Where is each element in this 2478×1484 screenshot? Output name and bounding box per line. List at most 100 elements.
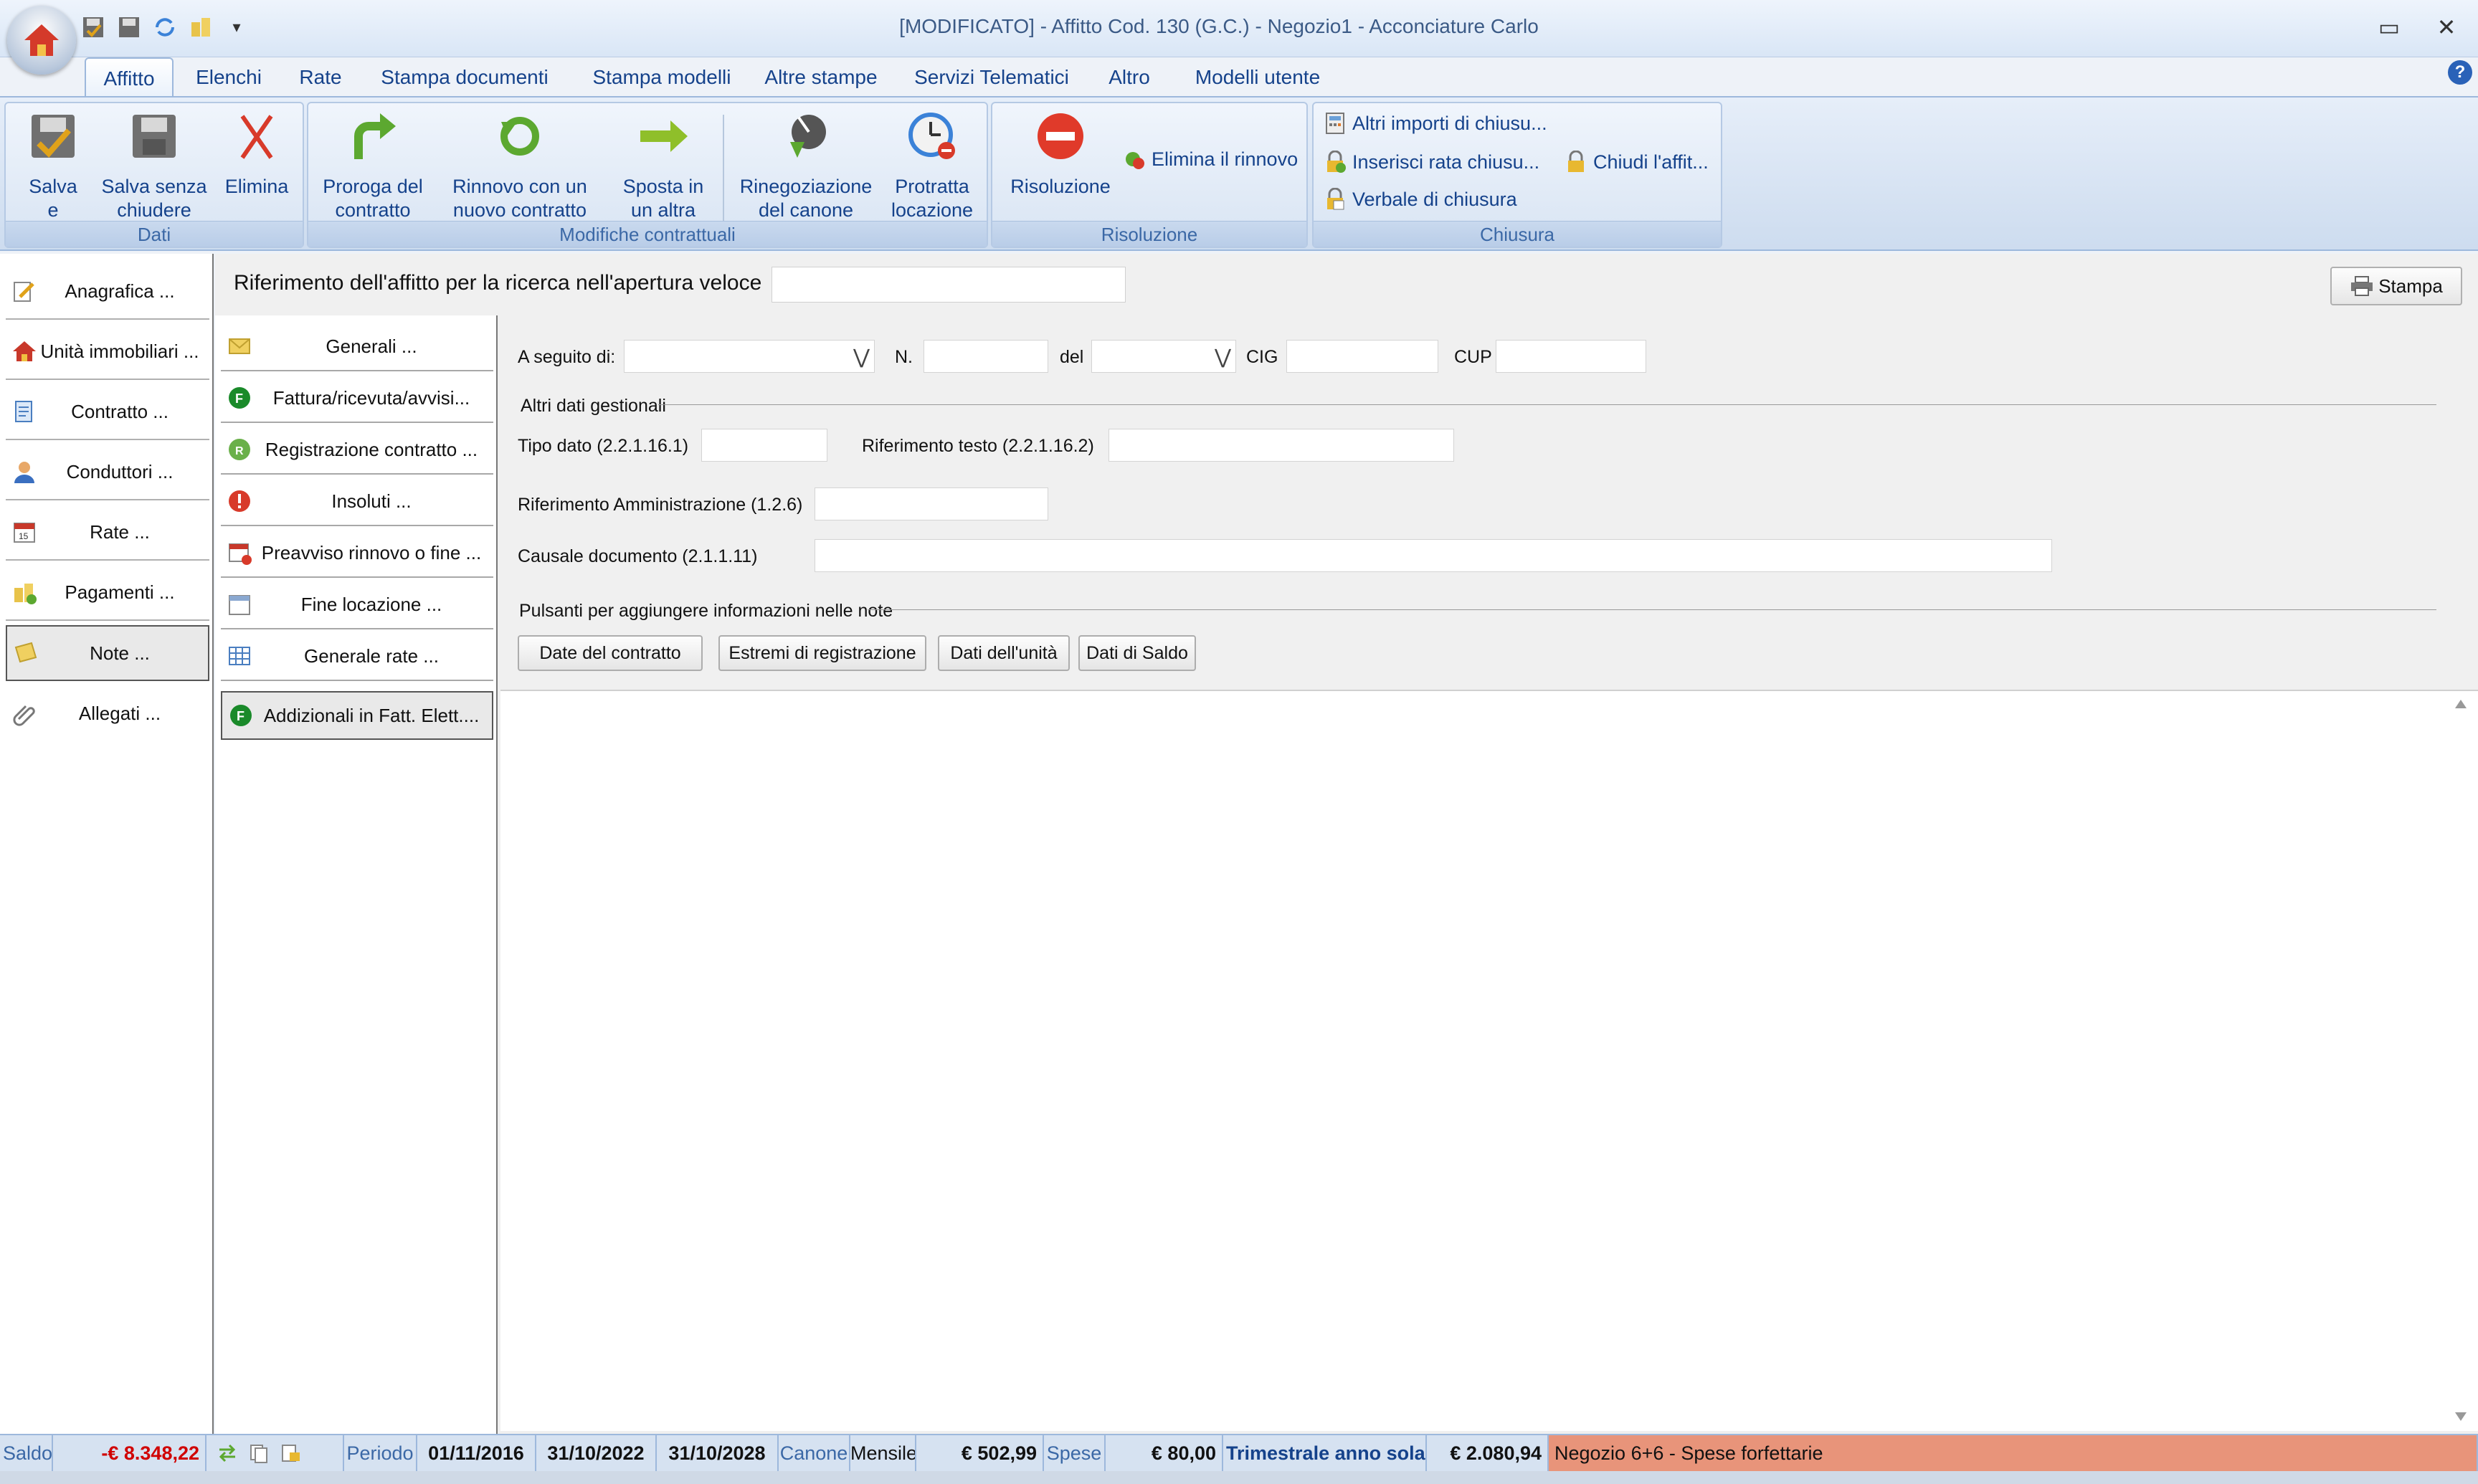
subnav-fattura[interactable]: F Fattura/ricevuta/avvisi... — [221, 374, 493, 423]
nav-rate[interactable]: 15 Rate ... — [6, 505, 209, 561]
svg-text:15: 15 — [19, 531, 29, 541]
subnav-generali[interactable]: Generali ... — [221, 323, 493, 371]
save-no-close-button[interactable]: Salva senza chiudere — [100, 108, 208, 222]
restore-button[interactable]: ▭ — [2369, 7, 2409, 47]
cup-input[interactable] — [1496, 340, 1646, 373]
svg-text:R: R — [235, 445, 244, 457]
risoluzione-button[interactable]: Risoluzione — [1000, 108, 1121, 199]
causale-input[interactable] — [815, 539, 2052, 572]
riferimento-testo-input[interactable] — [1109, 429, 1454, 462]
quick-reference-input[interactable] — [772, 267, 1126, 303]
tab-altre-stampe[interactable]: Altre stampe — [760, 57, 882, 97]
group-dati: Salva e chiudi Salva senza chiudere Elim… — [4, 102, 304, 248]
dati-saldo-button[interactable]: Dati di Saldo — [1078, 635, 1196, 671]
nav-conduttori[interactable]: Conduttori ... — [6, 444, 209, 500]
save-check-icon — [32, 115, 75, 158]
causale-label: Causale documento (2.1.1.11) — [518, 546, 758, 566]
tab-elenchi[interactable]: Elenchi — [185, 57, 272, 97]
subnav-fine-locazione-label: Fine locazione ... — [300, 593, 442, 615]
tab-stampa-documenti[interactable]: Stampa documenti — [373, 57, 556, 97]
save-close-quick-button[interactable] — [79, 13, 108, 42]
rif-amministrazione-input[interactable] — [815, 487, 1048, 520]
scroll-document-icon — [15, 401, 32, 422]
status-note: Negozio 6+6 - Spese forfettarie — [1549, 1435, 2478, 1471]
altri-importi-button[interactable]: Altri importi di chiusu... — [1324, 112, 1547, 135]
del-date-select[interactable]: ⋁ — [1091, 340, 1236, 373]
note-icon — [14, 642, 37, 663]
copy-icon[interactable] — [248, 1442, 270, 1464]
nav-contratto[interactable]: Contratto ... — [6, 384, 209, 440]
a-seguito-select[interactable]: ⋁ — [624, 340, 875, 373]
canone-value: € 502,99 — [916, 1435, 1044, 1471]
elimina-rinnovo-label: Elimina il rinnovo — [1152, 148, 1299, 170]
tab-altro[interactable]: Altro — [1097, 57, 1162, 97]
subnav-fine-locazione[interactable]: Fine locazione ... — [221, 581, 493, 629]
dati-unita-button[interactable]: Dati dell'unità — [938, 635, 1070, 671]
app-menu-button[interactable] — [7, 6, 76, 75]
verbale-chiusura-button[interactable]: Verbale di chiusura — [1324, 188, 1517, 211]
estremi-registrazione-button[interactable]: Estremi di registrazione — [718, 635, 926, 671]
subnav-registrazione[interactable]: R Registrazione contratto ... — [221, 426, 493, 475]
cig-input[interactable] — [1286, 340, 1438, 373]
scroll-up-icon[interactable] — [2454, 698, 2468, 710]
qat-dropdown[interactable]: ▾ — [222, 13, 251, 42]
protratta-button[interactable]: Protratta locazione — [882, 108, 982, 222]
date-contratto-button[interactable]: Date del contratto — [518, 635, 703, 671]
canone-label: Canone — [779, 1435, 850, 1471]
del-label: del — [1060, 347, 1084, 367]
notes-scrollbar[interactable] — [2445, 691, 2477, 1430]
inserisci-rata-button[interactable]: Inserisci rata chiusu... — [1324, 151, 1539, 173]
elimina-rinnovo-button[interactable]: Elimina il rinnovo — [1123, 148, 1298, 171]
proroga-button[interactable]: Proroga del contratto — [315, 108, 430, 222]
calculator-icon — [1326, 113, 1344, 134]
save-quick-button[interactable] — [115, 13, 143, 42]
nav-unita-immobiliari[interactable]: Unità immobiliari ... — [6, 324, 209, 380]
clock-icon — [908, 113, 955, 159]
green-r-icon: R — [229, 439, 250, 460]
lock-document-icon[interactable] — [280, 1442, 301, 1464]
ribbon: Salva e chiudi Salva senza chiudere Elim… — [0, 96, 2478, 251]
tab-rate[interactable]: Rate — [287, 57, 354, 97]
green-f-icon: F — [230, 705, 252, 726]
chiudi-affitto-label: Chiudi l'affit... — [1593, 151, 1709, 173]
delete-button[interactable]: Elimina — [214, 108, 300, 199]
quick-reference-label: Riferimento dell'affitto per la ricerca … — [234, 271, 762, 295]
printer-icon — [2351, 276, 2373, 296]
nav-note[interactable]: Note ... — [6, 625, 209, 681]
subnav-registrazione-label: Registrazione contratto ... — [265, 438, 478, 460]
ribbon-tabs: Affitto Elenchi Rate Stampa documenti St… — [0, 57, 2478, 97]
svg-text:F: F — [237, 709, 245, 723]
tab-stampa-modelli[interactable]: Stampa modelli — [578, 57, 746, 97]
spese-value: € 80,00 — [1106, 1435, 1223, 1471]
help-icon[interactable]: ? — [2448, 60, 2472, 85]
tab-modelli-utente[interactable]: Modelli utente — [1185, 57, 1331, 97]
scroll-down-icon[interactable] — [2454, 1411, 2468, 1422]
nav-anagrafica[interactable]: Anagrafica ... — [6, 264, 209, 320]
subnav-preavviso[interactable]: Preavviso rinnovo o fine ... — [221, 529, 493, 578]
cup-label: CUP — [1454, 347, 1492, 367]
coins-quick-button[interactable] — [186, 13, 215, 42]
subnav-generale-rate[interactable]: Generale rate ... — [221, 632, 493, 681]
chiudi-affitto-button[interactable]: Chiudi l'affit... — [1565, 151, 1709, 173]
tipo-dato-input[interactable] — [701, 429, 827, 462]
n-input[interactable] — [924, 340, 1048, 373]
rinnovo-button[interactable]: Rinnovo con un nuovo contratto — [437, 108, 602, 222]
notes-text-area[interactable] — [500, 690, 2478, 1431]
tab-servizi-telematici[interactable]: Servizi Telematici — [909, 57, 1074, 97]
nav-allegati[interactable]: Allegati ... — [6, 685, 209, 741]
tab-affitto[interactable]: Affitto — [85, 57, 174, 97]
nav-pagamenti-label: Pagamenti ... — [65, 581, 175, 603]
periodo-end: 31/10/2022 — [536, 1435, 657, 1471]
svg-text:F: F — [235, 391, 243, 406]
refresh-quick-button[interactable] — [151, 13, 179, 42]
quick-access-toolbar: ▾ — [79, 10, 251, 44]
subnav-insoluti[interactable]: Insoluti ... — [221, 477, 493, 526]
subnav-addizionali[interactable]: F Addizionali in Fatt. Elett.... — [221, 691, 493, 740]
rinegoziazione-button[interactable]: Rinegoziazione del canone — [734, 108, 878, 222]
close-button[interactable]: ✕ — [2426, 7, 2467, 47]
group-label-dati: Dati — [6, 221, 303, 247]
nav-pagamenti[interactable]: Pagamenti ... — [6, 565, 209, 621]
print-button[interactable]: Stampa — [2330, 267, 2462, 305]
renew-icon — [500, 117, 539, 156]
exchange-icon[interactable] — [217, 1442, 238, 1464]
